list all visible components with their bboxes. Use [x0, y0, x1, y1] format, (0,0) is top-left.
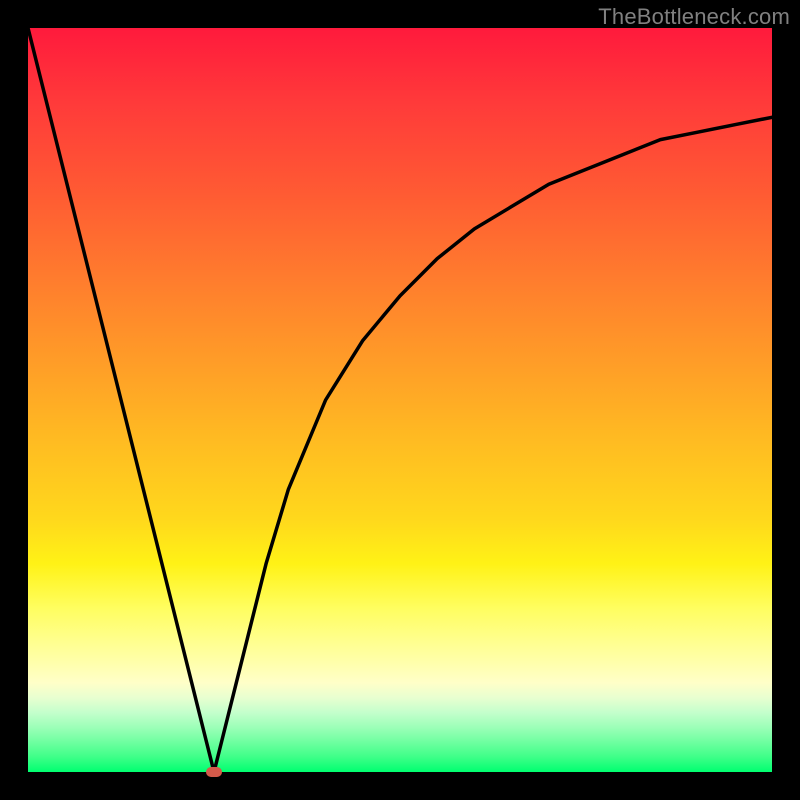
curve-svg — [28, 28, 772, 772]
bottleneck-curve-line — [28, 28, 772, 772]
minimum-point-marker — [206, 767, 222, 777]
chart-frame: TheBottleneck.com — [0, 0, 800, 800]
plot-area — [28, 28, 772, 772]
attribution-text: TheBottleneck.com — [598, 4, 790, 30]
